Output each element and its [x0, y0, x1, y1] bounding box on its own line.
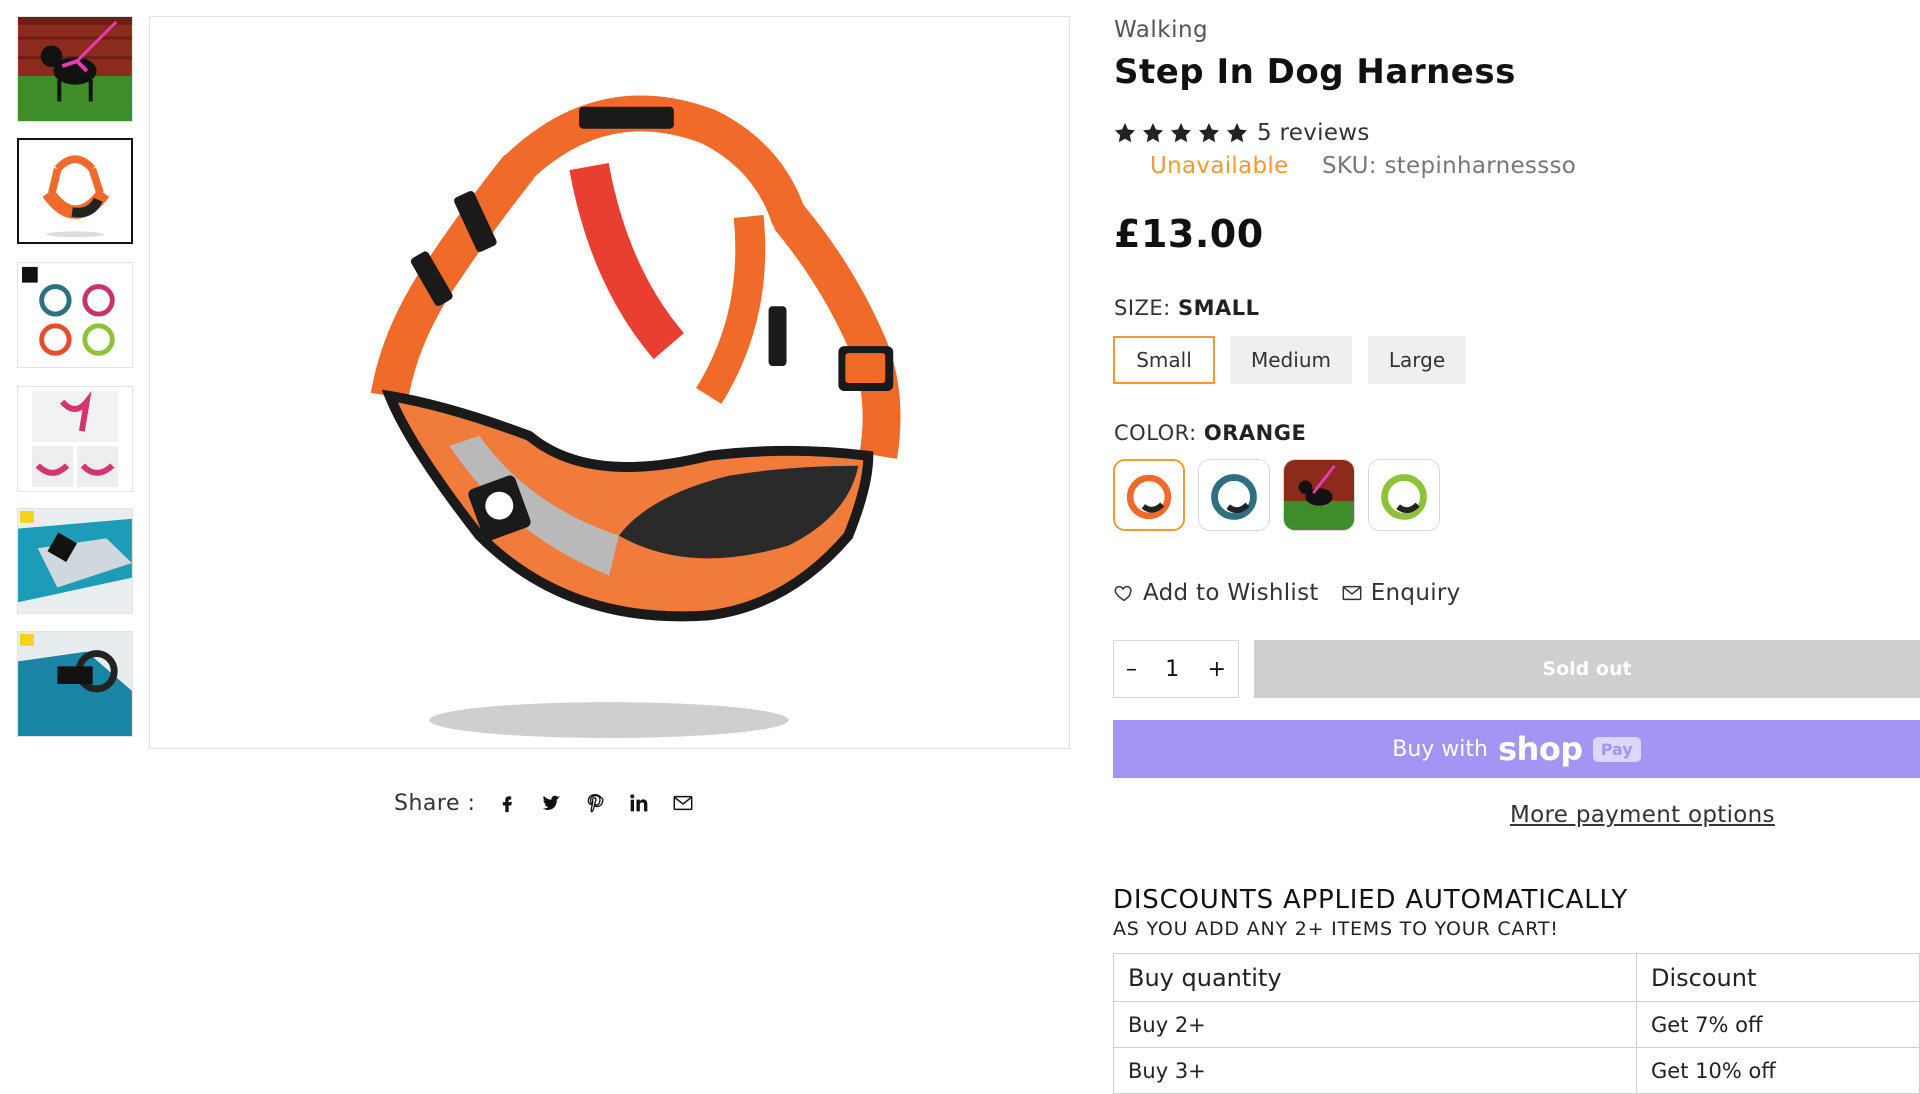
quantity-decrease-button[interactable]: –	[1126, 657, 1137, 682]
enquiry-label: Enquiry	[1370, 580, 1461, 606]
rating-row[interactable]: 5 reviews	[1113, 120, 1370, 146]
wishlist-label: Add to Wishlist	[1143, 580, 1319, 606]
quantity-increase-button[interactable]: +	[1208, 657, 1226, 682]
enquiry-link[interactable]: Enquiry	[1341, 580, 1461, 606]
sku-text: SKU: stepinharnessso	[1322, 153, 1577, 179]
share-label: Share :	[394, 790, 476, 816]
color-swatch-dog-photo[interactable]	[1283, 459, 1355, 531]
color-label: COLOR:	[1114, 421, 1197, 445]
thumbnail-dog-wearing-harness[interactable]	[17, 16, 133, 122]
thumbnail-four-colors[interactable]	[17, 262, 133, 368]
star-icon	[1115, 123, 1135, 143]
header-discount: Discount	[1636, 953, 1920, 1002]
shop-logo: shop	[1497, 730, 1583, 768]
table-row: Buy 3+ Get 10% off	[1113, 1047, 1920, 1094]
discount-table: Buy quantity Discount Buy 2+ Get 7% off …	[1113, 953, 1920, 1094]
star-icon	[1199, 123, 1219, 143]
table-cell: Get 7% off	[1636, 1001, 1920, 1048]
thumbnail-buckle-detail[interactable]	[17, 631, 133, 737]
thumbnail-image	[18, 263, 132, 367]
thumbnail-image	[19, 140, 131, 242]
table-cell: Buy 2+	[1113, 1001, 1637, 1048]
color-label-row: COLOR: ORANGE	[1114, 421, 1306, 445]
star-icon	[1143, 123, 1163, 143]
size-option-large[interactable]: Large	[1368, 336, 1466, 384]
thumbnail-teal-detail[interactable]	[17, 508, 133, 614]
twitter-icon[interactable]	[539, 791, 563, 815]
header-buy-quantity: Buy quantity	[1113, 953, 1637, 1002]
secondary-actions: Add to Wishlist Enquiry	[1113, 580, 1461, 606]
discounts-title: DISCOUNTS APPLIED AUTOMATICALLY	[1113, 885, 1629, 915]
main-product-image[interactable]	[149, 16, 1070, 749]
table-cell: Get 10% off	[1636, 1047, 1920, 1094]
thumbnail-image	[18, 632, 132, 736]
share-bar: Share :	[394, 786, 695, 820]
table-row: Buy 2+ Get 7% off	[1113, 1001, 1920, 1048]
linkedin-icon[interactable]	[627, 791, 651, 815]
size-selected-value: SMALL	[1177, 296, 1260, 320]
product-title: Step In Dog Harness	[1114, 52, 1516, 92]
more-payment-options-link[interactable]: More payment options	[1510, 802, 1775, 828]
color-swatch-green[interactable]	[1368, 459, 1440, 531]
email-icon[interactable]	[671, 791, 695, 815]
thumbnail-pink-harness[interactable]	[17, 386, 133, 492]
buy-with-shop-pay-button[interactable]: Buy with shop Pay	[1113, 720, 1920, 778]
pay-badge: Pay	[1592, 736, 1641, 762]
facebook-icon[interactable]	[495, 791, 519, 815]
buy-with-text: Buy with	[1392, 736, 1488, 762]
table-header-row: Buy quantity Discount	[1113, 953, 1920, 1002]
color-swatch-teal[interactable]	[1198, 459, 1270, 531]
quantity-stepper: – 1 +	[1113, 640, 1239, 698]
thumbnail-image	[18, 387, 132, 491]
heart-icon	[1114, 585, 1132, 602]
size-label-row: SIZE: SMALL	[1114, 296, 1260, 320]
sold-out-button[interactable]: Sold out	[1254, 640, 1920, 698]
color-swatch-orange[interactable]	[1113, 459, 1185, 531]
discounts-subtitle: AS YOU ADD ANY 2+ ITEMS TO YOUR CART!	[1113, 918, 1559, 940]
size-label: SIZE:	[1114, 296, 1171, 320]
size-option-medium[interactable]: Medium	[1230, 336, 1352, 384]
harness-image	[150, 17, 1069, 748]
star-icon	[1171, 123, 1191, 143]
mail-icon	[1342, 585, 1362, 601]
product-price: £13.00	[1114, 212, 1264, 256]
pinterest-icon[interactable]	[583, 791, 607, 815]
quantity-input[interactable]: 1	[1165, 657, 1179, 682]
color-selected-value: ORANGE	[1203, 421, 1307, 445]
reviews-count[interactable]: 5 reviews	[1257, 120, 1370, 146]
star-icon	[1227, 123, 1247, 143]
size-option-small[interactable]: Small	[1113, 336, 1215, 384]
table-cell: Buy 3+	[1113, 1047, 1637, 1094]
breadcrumb-category[interactable]: Walking	[1114, 17, 1208, 43]
thumbnail-orange-harness[interactable]	[17, 138, 133, 244]
wishlist-link[interactable]: Add to Wishlist	[1113, 580, 1319, 606]
availability-status: Unavailable	[1150, 153, 1289, 179]
thumbnail-image	[18, 17, 132, 121]
thumbnail-image	[18, 509, 132, 613]
